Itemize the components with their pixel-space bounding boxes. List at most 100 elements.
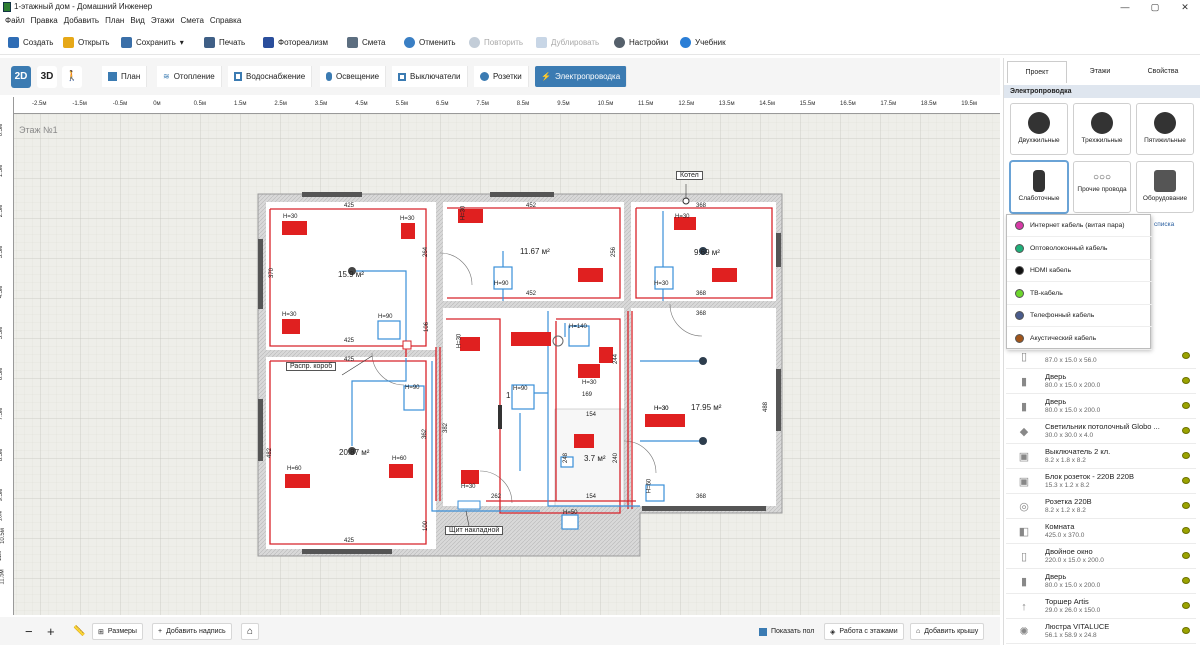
redo-button[interactable]: Повторить — [469, 34, 523, 50]
object-list-item[interactable]: ▣ Блок розеток - 220В 220В 15.3 x 1.2 x 8.… — [1006, 469, 1196, 494]
object-list-item[interactable]: ◧ Комната 425.0 x 370.0 — [1006, 519, 1196, 544]
visibility-eye-icon[interactable] — [1182, 352, 1190, 359]
window[interactable] — [258, 239, 263, 309]
floppy-icon — [121, 36, 132, 48]
tab-water-supply[interactable]: Водоснабжение — [228, 66, 313, 87]
electric-panel[interactable] — [457, 500, 481, 510]
tab-plan[interactable]: План — [102, 66, 148, 87]
save-dropdown-icon[interactable]: ▾ — [180, 38, 184, 47]
object-list-item[interactable]: ▮ Дверь 80.0 x 15.0 x 200.0 — [1006, 394, 1196, 419]
save-button[interactable]: Сохранить ▾ — [121, 34, 184, 50]
cable-option[interactable]: Интернет кабель (витая пара) — [1007, 215, 1152, 237]
cable-option[interactable]: HDMI кабель — [1007, 260, 1152, 282]
menu-help[interactable]: Справка — [207, 14, 244, 27]
menu-add[interactable]: Добавить — [61, 14, 102, 27]
object-list-item[interactable]: ◆ Светильник потолочный Globo ... 30.0 x 3… — [1006, 419, 1196, 444]
visibility-eye-icon[interactable] — [1182, 577, 1190, 584]
object-list-item[interactable]: ▮ Дверь 80.0 x 15.0 x 200.0 — [1006, 369, 1196, 394]
two-core-wire-button[interactable]: Двухжильные — [1010, 103, 1068, 155]
photorealism-button[interactable]: Фотореализм — [263, 34, 328, 50]
add-label-button[interactable]: + Добавить надпись — [152, 623, 232, 640]
maximize-button[interactable]: ▢ — [1140, 0, 1170, 14]
tab-floors[interactable]: Этажи — [1070, 61, 1130, 83]
plan-canvas[interactable]: Этаж №1 15.9 м² 11.67 м² 9.69 м² 17.95 м… — [0, 97, 1000, 615]
print-button[interactable]: Печать — [204, 34, 245, 50]
object-list-item[interactable]: ▣ Выключатель 2 кл. 8.2 x 1.8 x 8.2 — [1006, 444, 1196, 469]
floor-lamp[interactable] — [498, 405, 502, 429]
junction-box[interactable] — [402, 340, 412, 350]
tab-lighting[interactable]: Освещение — [320, 66, 387, 87]
object-list-item[interactable]: ▮ Дверь 80.0 x 15.0 x 200.0 — [1006, 569, 1196, 594]
tab-heating[interactable]: ≋ Отопление — [157, 66, 222, 87]
visibility-eye-icon[interactable] — [1182, 402, 1190, 409]
menu-plan[interactable]: План — [102, 14, 127, 27]
undo-button[interactable]: Отменить — [404, 34, 456, 50]
object-list-item[interactable]: ▯ Двойное окно 220.0 x 15.0 x 200.0 — [1006, 544, 1196, 569]
window[interactable] — [642, 506, 766, 511]
checkbox-icon[interactable] — [759, 627, 767, 636]
tab-properties[interactable]: Свойства — [1133, 61, 1193, 83]
home-button[interactable]: ⌂ — [241, 623, 260, 640]
open-button[interactable]: Открыть — [63, 34, 109, 50]
view-3d-button[interactable]: 3D — [37, 66, 57, 88]
window[interactable] — [490, 192, 554, 197]
cable-option[interactable]: ТВ-кабель — [1007, 283, 1152, 305]
window[interactable] — [776, 369, 781, 431]
menu-floors[interactable]: Этажи — [148, 14, 178, 27]
add-roof-button[interactable]: ⌂ Добавить крышу — [910, 623, 985, 640]
view-2d-button[interactable]: 2D — [11, 66, 31, 88]
low-current-wire-button[interactable]: Слаботочные — [1010, 161, 1068, 213]
visibility-eye-icon[interactable] — [1182, 552, 1190, 559]
tab-project[interactable]: Проект — [1007, 61, 1067, 83]
tab-wiring[interactable]: ⚡ Электропроводка — [535, 66, 628, 87]
visibility-eye-icon[interactable] — [1182, 502, 1190, 509]
visibility-eye-icon[interactable] — [1182, 527, 1190, 534]
walk-mode-button[interactable]: 🚶 — [62, 66, 82, 88]
lightning-icon: ⚡ — [541, 72, 551, 81]
cable-option[interactable]: Оптоволоконный кабель — [1007, 238, 1152, 260]
window[interactable] — [258, 399, 263, 461]
ceiling-lamp[interactable] — [699, 357, 707, 365]
create-button[interactable]: Создать — [8, 34, 53, 50]
object-list-item[interactable]: ✺ Люстра VITALUCE 56.1 x 58.9 x 24.8 — [1006, 619, 1196, 644]
five-core-wire-button[interactable]: Пятижильные — [1136, 103, 1194, 155]
list-label[interactable]: списка — [1154, 221, 1174, 228]
minimize-button[interactable]: — — [1110, 0, 1140, 14]
visibility-eye-icon[interactable] — [1182, 452, 1190, 459]
zoom-out-button[interactable]: − — [20, 623, 38, 640]
menu-file[interactable]: Файл — [2, 14, 28, 27]
cable-option[interactable]: Акустический кабель — [1007, 328, 1152, 350]
zoom-in-button[interactable]: + — [42, 623, 60, 640]
show-floor-toggle[interactable]: Показать пол — [754, 623, 819, 640]
visibility-eye-icon[interactable] — [1182, 377, 1190, 384]
visibility-eye-icon[interactable] — [1182, 602, 1190, 609]
object-list-item[interactable]: ◎ Розетка 220В 8.2 x 1.2 x 8.2 — [1006, 494, 1196, 519]
other-wires-button[interactable]: ○○○ Прочие провода — [1073, 161, 1131, 213]
menu-estimate[interactable]: Смета — [177, 14, 206, 27]
tab-sockets[interactable]: Розетки — [474, 66, 529, 87]
floors-work-button[interactable]: ◈ Работа с этажами — [824, 623, 904, 640]
estimate-button[interactable]: Смета — [347, 34, 385, 50]
window[interactable] — [302, 192, 362, 197]
window[interactable] — [776, 233, 781, 267]
duplicate-button[interactable]: Дублировать — [536, 34, 599, 50]
height-label: H=90 — [513, 386, 528, 392]
equipment-button[interactable]: Оборудование — [1136, 161, 1194, 213]
visibility-eye-icon[interactable] — [1182, 427, 1190, 434]
ruler-icon[interactable]: 📏 — [68, 623, 90, 640]
settings-button[interactable]: Настройки — [614, 34, 668, 50]
menu-view[interactable]: Вид — [127, 14, 147, 27]
tutorial-button[interactable]: Учебник — [680, 34, 726, 50]
cable-option[interactable]: Телефонный кабель — [1007, 305, 1152, 327]
window[interactable] — [302, 549, 392, 554]
menu-edit[interactable]: Правка — [28, 14, 61, 27]
visibility-eye-icon[interactable] — [1182, 477, 1190, 484]
close-button[interactable]: ✕ — [1170, 0, 1200, 14]
three-core-wire-button[interactable]: Трехжильные — [1073, 103, 1131, 155]
tab-switches[interactable]: Выключатели — [392, 66, 468, 87]
visibility-eye-icon[interactable] — [1182, 627, 1190, 634]
dimension-label: 244 — [613, 353, 620, 365]
ceiling-lamp[interactable] — [699, 437, 707, 445]
object-list-item[interactable]: ↑ Торшер Artis 29.0 x 26.0 x 150.0 — [1006, 594, 1196, 619]
sizes-button[interactable]: ⊞ Размеры — [92, 623, 143, 640]
